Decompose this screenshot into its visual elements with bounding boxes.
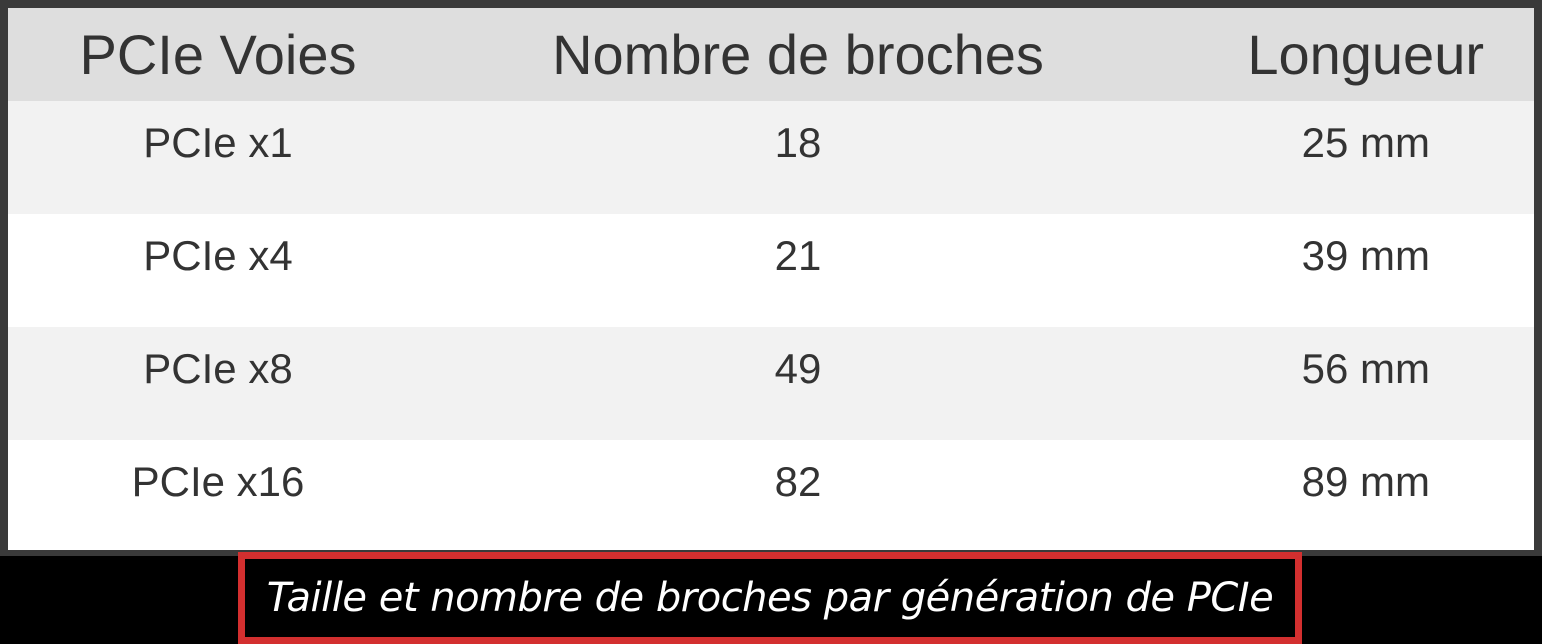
table-row: PCIe x8 49 56 mm <box>8 327 1534 440</box>
header-length: Longueur <box>1168 8 1534 101</box>
cell-pins: 49 <box>428 327 1168 440</box>
cell-pins: 82 <box>428 440 1168 547</box>
header-pin-count: Nombre de broches <box>428 8 1168 101</box>
pcie-table-frame: PCIe Voies Nombre de broches Longueur PC… <box>0 0 1542 556</box>
table-row: PCIe x4 21 39 mm <box>8 214 1534 327</box>
cell-pins: 18 <box>428 101 1168 214</box>
table-caption: Taille et nombre de broches par générati… <box>266 575 1274 621</box>
table-header-row: PCIe Voies Nombre de broches Longueur <box>8 8 1534 101</box>
cell-lanes: PCIe x1 <box>8 101 428 214</box>
cell-pins: 21 <box>428 214 1168 327</box>
cell-length: 25 mm <box>1168 101 1534 214</box>
cell-length: 56 mm <box>1168 327 1534 440</box>
table-row: PCIe x1 18 25 mm <box>8 101 1534 214</box>
cell-length: 89 mm <box>1168 440 1534 547</box>
cell-lanes: PCIe x16 <box>8 440 428 547</box>
cell-length: 39 mm <box>1168 214 1534 327</box>
cell-lanes: PCIe x8 <box>8 327 428 440</box>
caption-box: Taille et nombre de broches par générati… <box>238 552 1302 644</box>
cell-lanes: PCIe x4 <box>8 214 428 327</box>
table-row: PCIe x16 82 89 mm <box>8 440 1534 547</box>
header-pcie-lanes: PCIe Voies <box>8 8 428 101</box>
pcie-table: PCIe Voies Nombre de broches Longueur PC… <box>8 8 1534 547</box>
